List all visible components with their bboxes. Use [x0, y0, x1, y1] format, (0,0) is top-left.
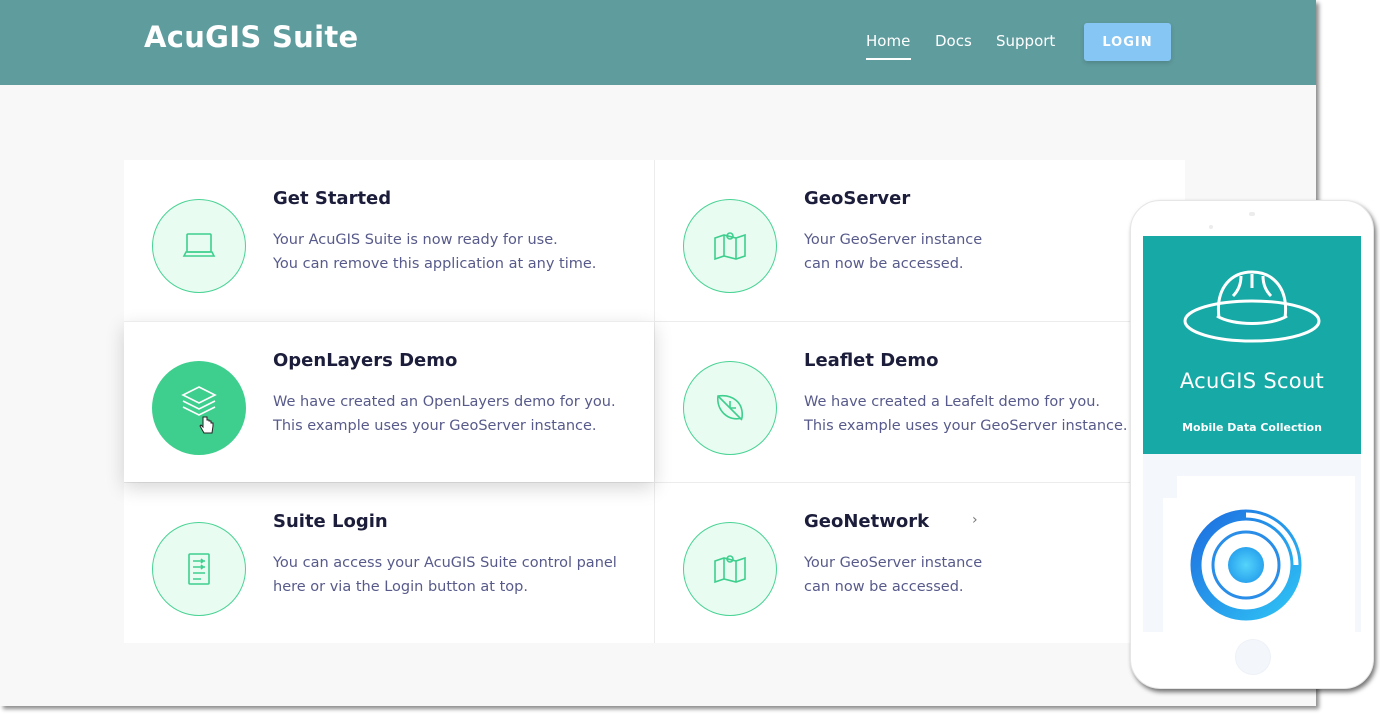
phone-home-button — [1235, 639, 1271, 675]
browser-page: AcuGIS Suite Home Docs Support LOGIN Get… — [0, 0, 1316, 706]
brand-logo[interactable]: AcuGIS Suite — [144, 20, 358, 54]
scout-app-panel: AcuGIS Scout Mobile Data Collection — [1143, 236, 1361, 454]
card-icon-circle — [683, 361, 777, 455]
card-icon-circle — [152, 522, 246, 616]
leaf-icon — [717, 394, 743, 421]
card-icon-circle — [152, 361, 246, 455]
card-description: We have created a Leafelt demo for you. — [804, 394, 1101, 410]
layers-icon — [181, 386, 217, 434]
card-description: This example uses your GeoServer instanc… — [804, 418, 1128, 434]
feature-grid: Get Started Your AcuGIS Suite is now rea… — [124, 160, 1185, 643]
card-title: Suite Login — [273, 511, 388, 532]
nav-support-link[interactable]: Support — [996, 32, 1055, 50]
scout-app-subtitle: Mobile Data Collection — [1182, 421, 1322, 434]
phone-camera — [1209, 225, 1213, 229]
laptop-icon — [182, 233, 216, 257]
card-description: here or via the Login button at top. — [273, 579, 528, 595]
card-get-started[interactable]: Get Started Your AcuGIS Suite is now rea… — [124, 160, 654, 321]
card-title: Get Started — [273, 188, 392, 209]
target-icon — [1190, 509, 1302, 621]
card-description: Your GeoServer instance — [804, 555, 983, 571]
card-leaflet-demo[interactable]: Leaflet Demo We have created a Leafelt d… — [654, 321, 1184, 482]
card-title: GeoServer — [804, 188, 911, 209]
card-description: can now be accessed. — [804, 256, 964, 272]
nav-home-link[interactable]: Home — [866, 32, 910, 50]
phone-speaker — [1249, 212, 1255, 216]
card-description: Your AcuGIS Suite is now ready for use. — [273, 232, 558, 248]
card-title: OpenLayers Demo — [273, 350, 458, 371]
card-icon-circle — [152, 199, 246, 293]
card-description: This example uses your GeoServer instanc… — [273, 418, 597, 434]
card-description: You can remove this application at any t… — [273, 256, 597, 272]
nav-active-underline — [866, 58, 911, 60]
card-description: We have created an OpenLayers demo for y… — [273, 394, 616, 410]
phone-mockup: AcuGIS Scout Mobile Data Collection — [1130, 200, 1374, 689]
card-icon-circle — [683, 522, 777, 616]
login-button[interactable]: LOGIN — [1084, 23, 1171, 61]
hat-icon — [1183, 270, 1321, 343]
card-openlayers-demo[interactable]: OpenLayers Demo We have created an OpenL… — [124, 321, 654, 482]
checklist-icon — [188, 553, 210, 585]
card-suite-login[interactable]: Suite Login You can access your AcuGIS S… — [124, 482, 654, 643]
card-geoserver[interactable]: GeoServer Your GeoServer instance can no… — [654, 160, 1184, 321]
card-description: can now be accessed. — [804, 579, 964, 595]
scout-app-title: AcuGIS Scout — [1179, 369, 1325, 393]
card-description: You can access your AcuGIS Suite control… — [273, 555, 617, 571]
card-icon-circle — [683, 199, 777, 293]
card-geonetwork[interactable]: GeoNetwork Your GeoServer instance can n… — [654, 482, 1184, 643]
card-title: Leaflet Demo — [804, 350, 939, 371]
nav-docs-link[interactable]: Docs — [935, 32, 972, 50]
map-icon — [714, 555, 746, 584]
card-title: GeoNetwork — [804, 511, 930, 532]
phone-screen: AcuGIS Scout Mobile Data Collection — [1143, 236, 1361, 632]
chevron-right-icon: › — [972, 512, 978, 528]
map-icon — [714, 232, 746, 261]
hand-cursor-icon — [199, 416, 214, 434]
top-navbar: AcuGIS Suite Home Docs Support LOGIN — [0, 0, 1316, 85]
card-description: Your GeoServer instance — [804, 232, 983, 248]
